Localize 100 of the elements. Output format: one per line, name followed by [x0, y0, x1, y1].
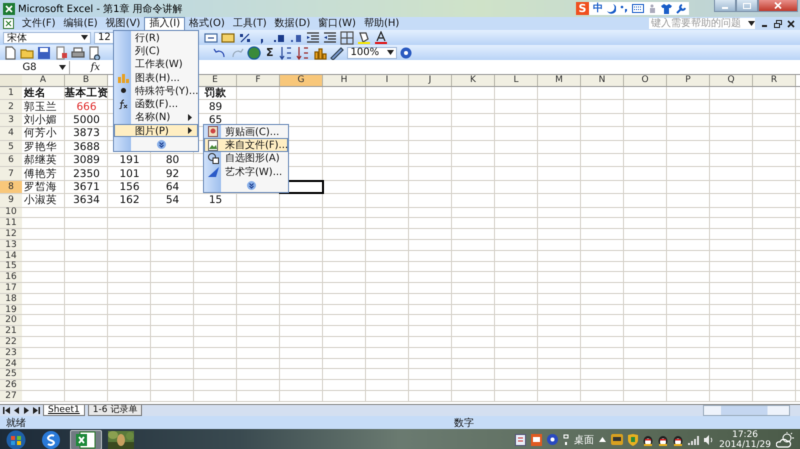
- help-icon[interactable]: [547, 434, 558, 445]
- column-header[interactable]: L: [495, 75, 538, 86]
- close-button[interactable]: [758, 0, 798, 12]
- menu-item[interactable]: 名称(N): [114, 110, 198, 124]
- row-header[interactable]: 16: [0, 272, 22, 282]
- clock-date[interactable]: 2014/11/29: [719, 440, 771, 449]
- column-header[interactable]: N: [581, 75, 624, 86]
- column-header[interactable]: H: [323, 75, 366, 86]
- menu-item[interactable]: 艺术字(W)...: [204, 165, 288, 179]
- row-header[interactable]: 15: [0, 262, 22, 272]
- sheet-tab[interactable]: Sheet1: [43, 405, 85, 416]
- last-sheet-icon[interactable]: [32, 407, 40, 414]
- menu-item[interactable]: 视图(V): [102, 17, 144, 30]
- column-header[interactable]: B: [65, 75, 108, 86]
- row-header[interactable]: 26: [0, 380, 22, 390]
- currency-icon[interactable]: [221, 30, 235, 44]
- menu-item[interactable]: 文件(F): [18, 17, 60, 30]
- column-header[interactable]: O: [624, 75, 667, 86]
- row-header[interactable]: 10: [0, 208, 22, 218]
- active-cell[interactable]: [280, 180, 323, 194]
- menu-item[interactable]: 列(C): [114, 44, 198, 58]
- column-header[interactable]: M: [538, 75, 581, 86]
- menu-item[interactable]: 编辑(E): [60, 17, 102, 30]
- row-header[interactable]: 4: [0, 127, 22, 140]
- ime-logo[interactable]: S: [576, 2, 589, 15]
- row-header[interactable]: 9: [0, 194, 22, 207]
- menu-item[interactable]: 帮助(H): [360, 17, 404, 30]
- expand-menu-icon[interactable]: [247, 180, 256, 190]
- clock-time[interactable]: 17:26: [732, 430, 758, 440]
- row-header[interactable]: 1: [0, 87, 22, 100]
- row-header[interactable]: 12: [0, 229, 22, 239]
- row-header[interactable]: 22: [0, 337, 22, 347]
- menu-item[interactable]: 图片(P): [114, 124, 198, 138]
- taskbar-button[interactable]: [70, 430, 102, 449]
- insert-function-button[interactable]: fx: [70, 62, 104, 72]
- previous-sheet-icon[interactable]: [14, 407, 20, 414]
- show-hidden-icons-icon[interactable]: [599, 437, 606, 442]
- pin-icon[interactable]: [563, 434, 570, 446]
- tray-app-icon[interactable]: [611, 434, 624, 445]
- name-box[interactable]: G8: [0, 60, 70, 74]
- sort-descending-icon[interactable]: [296, 46, 310, 60]
- increase-indent-icon[interactable]: [323, 30, 337, 44]
- minimize-button[interactable]: [714, 0, 736, 12]
- keyboard-icon[interactable]: [632, 4, 644, 13]
- menu-item[interactable]: 工具(T): [228, 17, 271, 30]
- sort-ascending-icon[interactable]: [278, 46, 293, 60]
- penguin-icon[interactable]: [658, 434, 668, 446]
- fill-color-icon[interactable]: [357, 30, 371, 44]
- menu-item[interactable]: 窗口(W): [314, 17, 360, 30]
- autosum-button[interactable]: Σ: [264, 46, 276, 59]
- row-header[interactable]: 13: [0, 240, 22, 250]
- column-header[interactable]: G: [280, 75, 323, 86]
- row-header[interactable]: 7: [0, 167, 22, 180]
- workbook-icon[interactable]: [3, 18, 14, 29]
- help-search-field[interactable]: 键入需要帮助的问题: [649, 18, 755, 29]
- column-header[interactable]: Q: [710, 75, 753, 86]
- expand-menu-icon[interactable]: [157, 140, 166, 149]
- row-header[interactable]: 19: [0, 304, 22, 314]
- menu-item[interactable]: 自选图形(A): [204, 152, 288, 166]
- next-sheet-icon[interactable]: [23, 407, 29, 414]
- column-header[interactable]: P: [667, 75, 710, 86]
- input-mode-toggle[interactable]: 中: [593, 2, 603, 15]
- row-header[interactable]: 6: [0, 154, 22, 166]
- slides-icon[interactable]: [531, 434, 542, 446]
- weather-icon[interactable]: [776, 432, 794, 448]
- shirt-icon[interactable]: [661, 4, 672, 14]
- row-header[interactable]: 2: [0, 100, 22, 113]
- row-header[interactable]: 17: [0, 283, 22, 293]
- column-header[interactable]: A: [22, 75, 65, 86]
- row-header[interactable]: 18: [0, 294, 22, 304]
- row-header[interactable]: 8: [0, 180, 22, 194]
- wrench-icon[interactable]: [676, 4, 686, 14]
- sheet-tab[interactable]: 1-6 记录单: [88, 405, 142, 416]
- merge-cells-icon[interactable]: [204, 30, 218, 44]
- zoom-field[interactable]: 100%: [346, 46, 397, 58]
- row-header[interactable]: 27: [0, 391, 22, 401]
- row-header[interactable]: 25: [0, 369, 22, 380]
- row-header[interactable]: 20: [0, 315, 22, 326]
- menu-item[interactable]: 工作表(W): [114, 58, 198, 71]
- help-icon[interactable]: [400, 46, 412, 58]
- globe-icon[interactable]: [247, 46, 261, 60]
- signal-icon[interactable]: [688, 434, 700, 444]
- first-sheet-icon[interactable]: [3, 407, 11, 414]
- chart-icon[interactable]: [312, 46, 327, 60]
- row-header[interactable]: 5: [0, 140, 22, 153]
- row-header[interactable]: 21: [0, 326, 22, 336]
- row-header[interactable]: 11: [0, 218, 22, 228]
- restore-icon[interactable]: [774, 20, 782, 28]
- menu-item[interactable]: 格式(O): [185, 17, 229, 30]
- menu-item[interactable]: 函数(F)...: [114, 97, 198, 111]
- font-name-field[interactable]: 宋体: [3, 32, 91, 44]
- menu-item[interactable]: 来自文件(F)...: [204, 138, 288, 152]
- menu-item[interactable]: 数据(D): [270, 17, 314, 30]
- row-header[interactable]: 23: [0, 348, 22, 358]
- horizontal-scrollbar[interactable]: [703, 405, 790, 416]
- percent-icon[interactable]: [238, 30, 252, 44]
- column-header[interactable]: J: [409, 75, 452, 86]
- decrease-indent-icon[interactable]: [306, 30, 320, 44]
- font-color-icon[interactable]: [374, 30, 388, 44]
- penguin-icon[interactable]: [643, 434, 654, 446]
